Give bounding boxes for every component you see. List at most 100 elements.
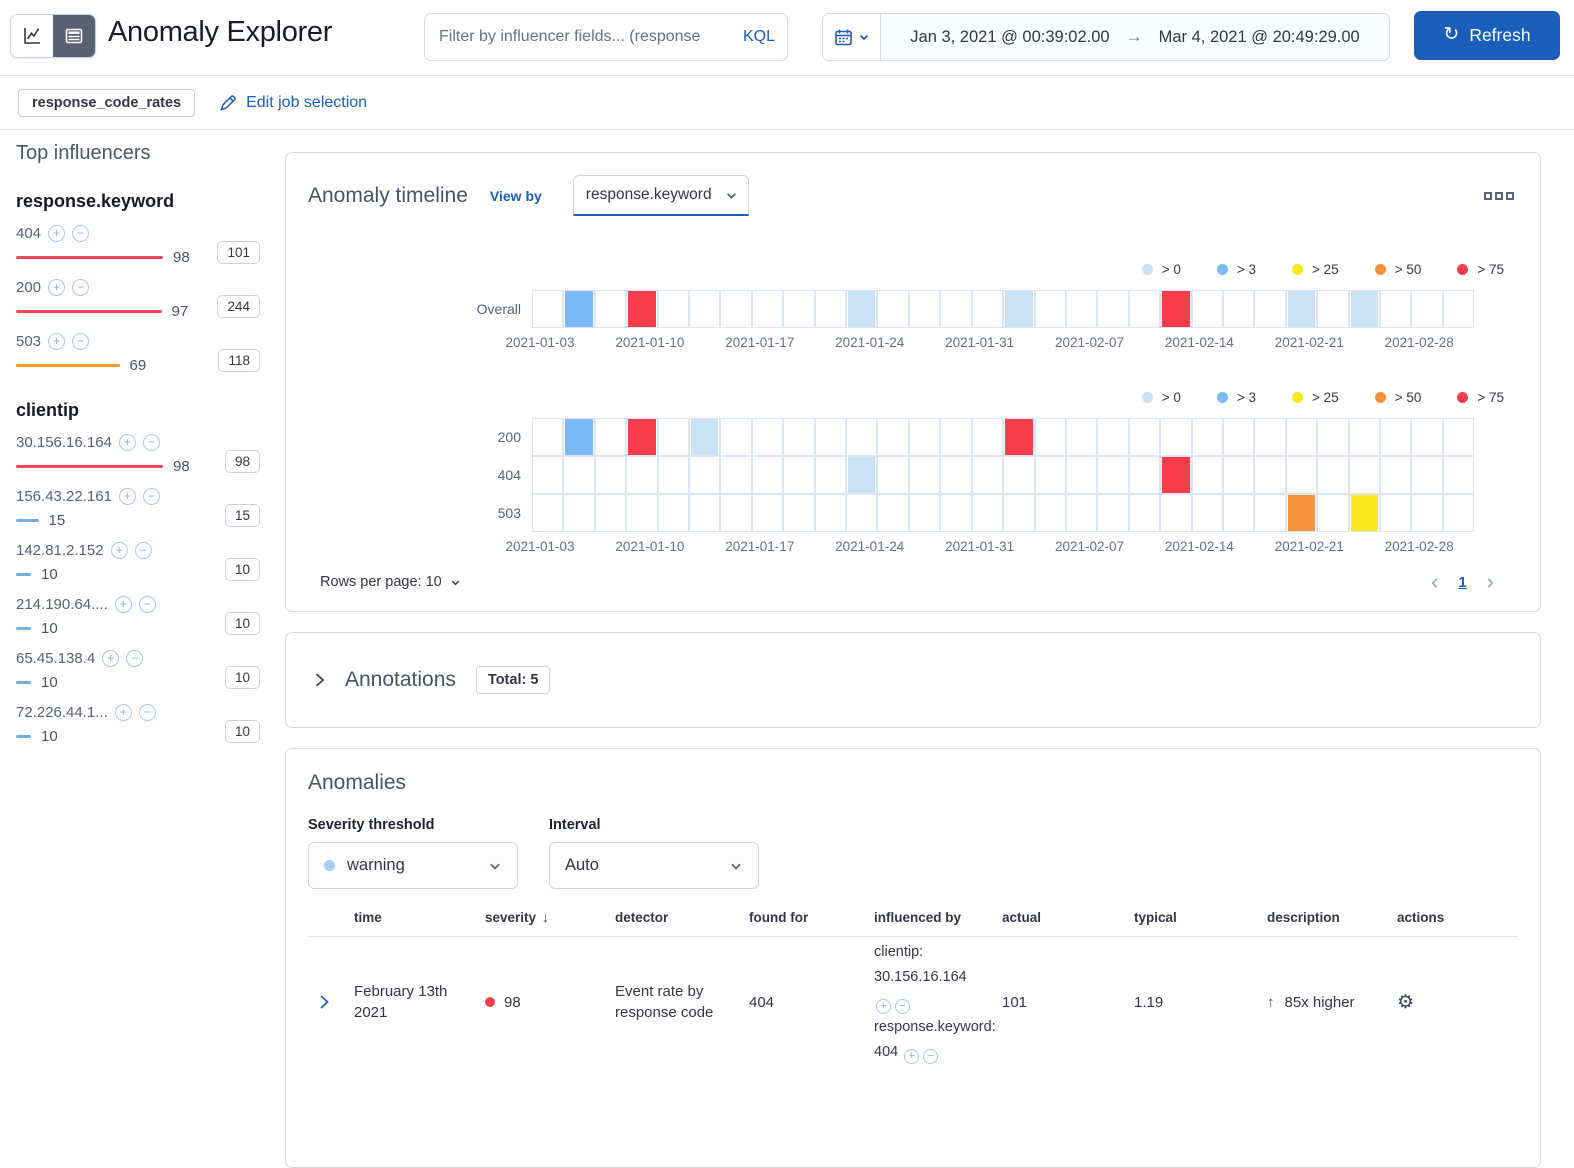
swimlane-cell[interactable] — [1285, 456, 1318, 494]
swimlane-cell[interactable] — [720, 494, 752, 532]
swimlane-cell[interactable] — [1254, 418, 1286, 456]
swimlane-cell[interactable] — [626, 290, 658, 328]
swimlane-cell[interactable] — [908, 290, 941, 328]
swimlane-cell[interactable] — [1348, 418, 1380, 456]
swimlane-cell[interactable] — [1317, 456, 1349, 494]
swimlane-cell[interactable] — [689, 494, 721, 532]
swimlane-cell[interactable] — [1254, 494, 1286, 532]
influencer-filter-input[interactable] — [439, 28, 739, 46]
add-filter-icon[interactable]: + — [114, 704, 132, 721]
add-filter-icon[interactable]: + — [48, 279, 66, 296]
rows-per-page-button[interactable]: Rows per page: 10 — [320, 574, 461, 590]
swimlane-cell[interactable] — [877, 418, 909, 456]
swimlane-cell[interactable] — [971, 494, 1004, 532]
swimlane-cell[interactable] — [1379, 418, 1412, 456]
swimlane-cell[interactable] — [1222, 418, 1255, 456]
swimlane-cell[interactable] — [1128, 290, 1161, 328]
swimlane-cell[interactable] — [814, 456, 847, 494]
swimlane-cell[interactable] — [1348, 290, 1380, 328]
add-filter-icon[interactable]: + — [48, 225, 66, 242]
swimlane-cell[interactable] — [877, 290, 909, 328]
swimlane-cell[interactable] — [783, 494, 815, 532]
swimlane-cell[interactable] — [1065, 418, 1098, 456]
column-header-time[interactable]: time — [354, 910, 485, 925]
swimlane-cell[interactable] — [846, 290, 878, 328]
swimlane-cell[interactable] — [563, 418, 595, 456]
swimlane-cell[interactable] — [657, 456, 690, 494]
add-filter-icon[interactable]: + — [114, 596, 132, 613]
swimlane-cell[interactable] — [1317, 418, 1349, 456]
swimlane-cell[interactable] — [532, 456, 564, 494]
column-header-found-for[interactable]: found for — [749, 910, 874, 925]
column-header-description[interactable]: description — [1267, 910, 1397, 925]
swimlane-cell[interactable] — [1097, 418, 1129, 456]
swimlane-cell[interactable] — [1254, 290, 1286, 328]
swimlane-cell[interactable] — [1411, 456, 1443, 494]
remove-filter-icon[interactable]: − — [895, 998, 910, 1014]
swimlane-cell[interactable] — [689, 456, 721, 494]
page-number-1[interactable]: 1 — [1458, 574, 1466, 591]
swimlane-cell[interactable] — [1160, 494, 1192, 532]
swimlane-cell[interactable] — [877, 456, 909, 494]
add-filter-icon[interactable]: + — [876, 998, 891, 1014]
swimlane-cell[interactable] — [814, 290, 847, 328]
swimlane-cell[interactable] — [1285, 418, 1318, 456]
remove-filter-icon[interactable]: − — [138, 596, 156, 613]
swimlane-cell[interactable] — [1348, 494, 1380, 532]
edit-job-selection-link[interactable]: Edit job selection — [219, 94, 367, 112]
swimlane-cell[interactable] — [1285, 494, 1318, 532]
swimlane-cell[interactable] — [1222, 290, 1255, 328]
column-header-actual[interactable]: actual — [1002, 910, 1134, 925]
severity-threshold-select[interactable]: warning — [308, 842, 518, 889]
swimlane-cell[interactable] — [1003, 456, 1035, 494]
column-header-typical[interactable]: typical — [1134, 910, 1267, 925]
swimlane-cell[interactable] — [1160, 290, 1192, 328]
swimlane-cell[interactable] — [783, 418, 815, 456]
swimlane-cell[interactable] — [1379, 494, 1412, 532]
swimlane-cell[interactable] — [720, 418, 752, 456]
swimlane-cell[interactable] — [1411, 418, 1443, 456]
swimlane-cell[interactable] — [1034, 494, 1066, 532]
swimlane-cell[interactable] — [1191, 418, 1223, 456]
swimlane-cell[interactable] — [1254, 456, 1286, 494]
swimlane-cell[interactable] — [1317, 494, 1349, 532]
swimlane-cell[interactable] — [1348, 456, 1380, 494]
swimlane-cell[interactable] — [908, 418, 941, 456]
swimlane-cell[interactable] — [532, 290, 564, 328]
remove-filter-icon[interactable]: − — [72, 333, 90, 350]
remove-filter-icon[interactable]: − — [72, 279, 90, 296]
swimlane-cell[interactable] — [1442, 456, 1475, 494]
quick-select-date-button[interactable] — [823, 14, 881, 60]
swimlane-cell[interactable] — [814, 418, 847, 456]
swimlane-cell[interactable] — [783, 456, 815, 494]
swimlane-cell[interactable] — [1411, 494, 1443, 532]
swimlane-cell[interactable] — [720, 456, 752, 494]
swimlane-cell[interactable] — [940, 290, 972, 328]
swimlane-cell[interactable] — [657, 290, 690, 328]
date-range-end[interactable]: Mar 4, 2021 @ 20:49:29.00 — [1159, 28, 1360, 47]
swimlane-cell[interactable] — [971, 456, 1004, 494]
swimlane-cell[interactable] — [1379, 290, 1412, 328]
add-filter-icon[interactable]: + — [110, 542, 128, 559]
view-by-select[interactable]: response.keyword — [572, 175, 749, 216]
swimlane-cell[interactable] — [751, 456, 784, 494]
swimlane-cell[interactable] — [1128, 494, 1161, 532]
remove-filter-icon[interactable]: − — [126, 650, 144, 667]
swimlane-cell[interactable] — [1097, 456, 1129, 494]
job-id-badge[interactable]: response_code_rates — [18, 88, 196, 117]
previous-page-icon[interactable]: ‹ — [1431, 571, 1438, 593]
swimlane-cell[interactable] — [1065, 494, 1098, 532]
swimlane-cell[interactable] — [1191, 290, 1223, 328]
swimlane-cell[interactable] — [532, 494, 564, 532]
add-filter-icon[interactable]: + — [118, 488, 136, 505]
swimlane-cell[interactable] — [563, 290, 595, 328]
charts-view-toggle-button[interactable] — [11, 15, 53, 57]
swimlane-cell[interactable] — [751, 290, 784, 328]
swimlane-cell[interactable] — [1222, 494, 1255, 532]
column-header-influenced-by[interactable]: influenced by — [874, 910, 1002, 925]
swimlane-cell[interactable] — [563, 494, 595, 532]
swimlane-cell[interactable] — [846, 418, 878, 456]
swimlane-cell[interactable] — [1097, 494, 1129, 532]
swimlane-cell[interactable] — [1003, 494, 1035, 532]
swimlane-cell[interactable] — [751, 494, 784, 532]
